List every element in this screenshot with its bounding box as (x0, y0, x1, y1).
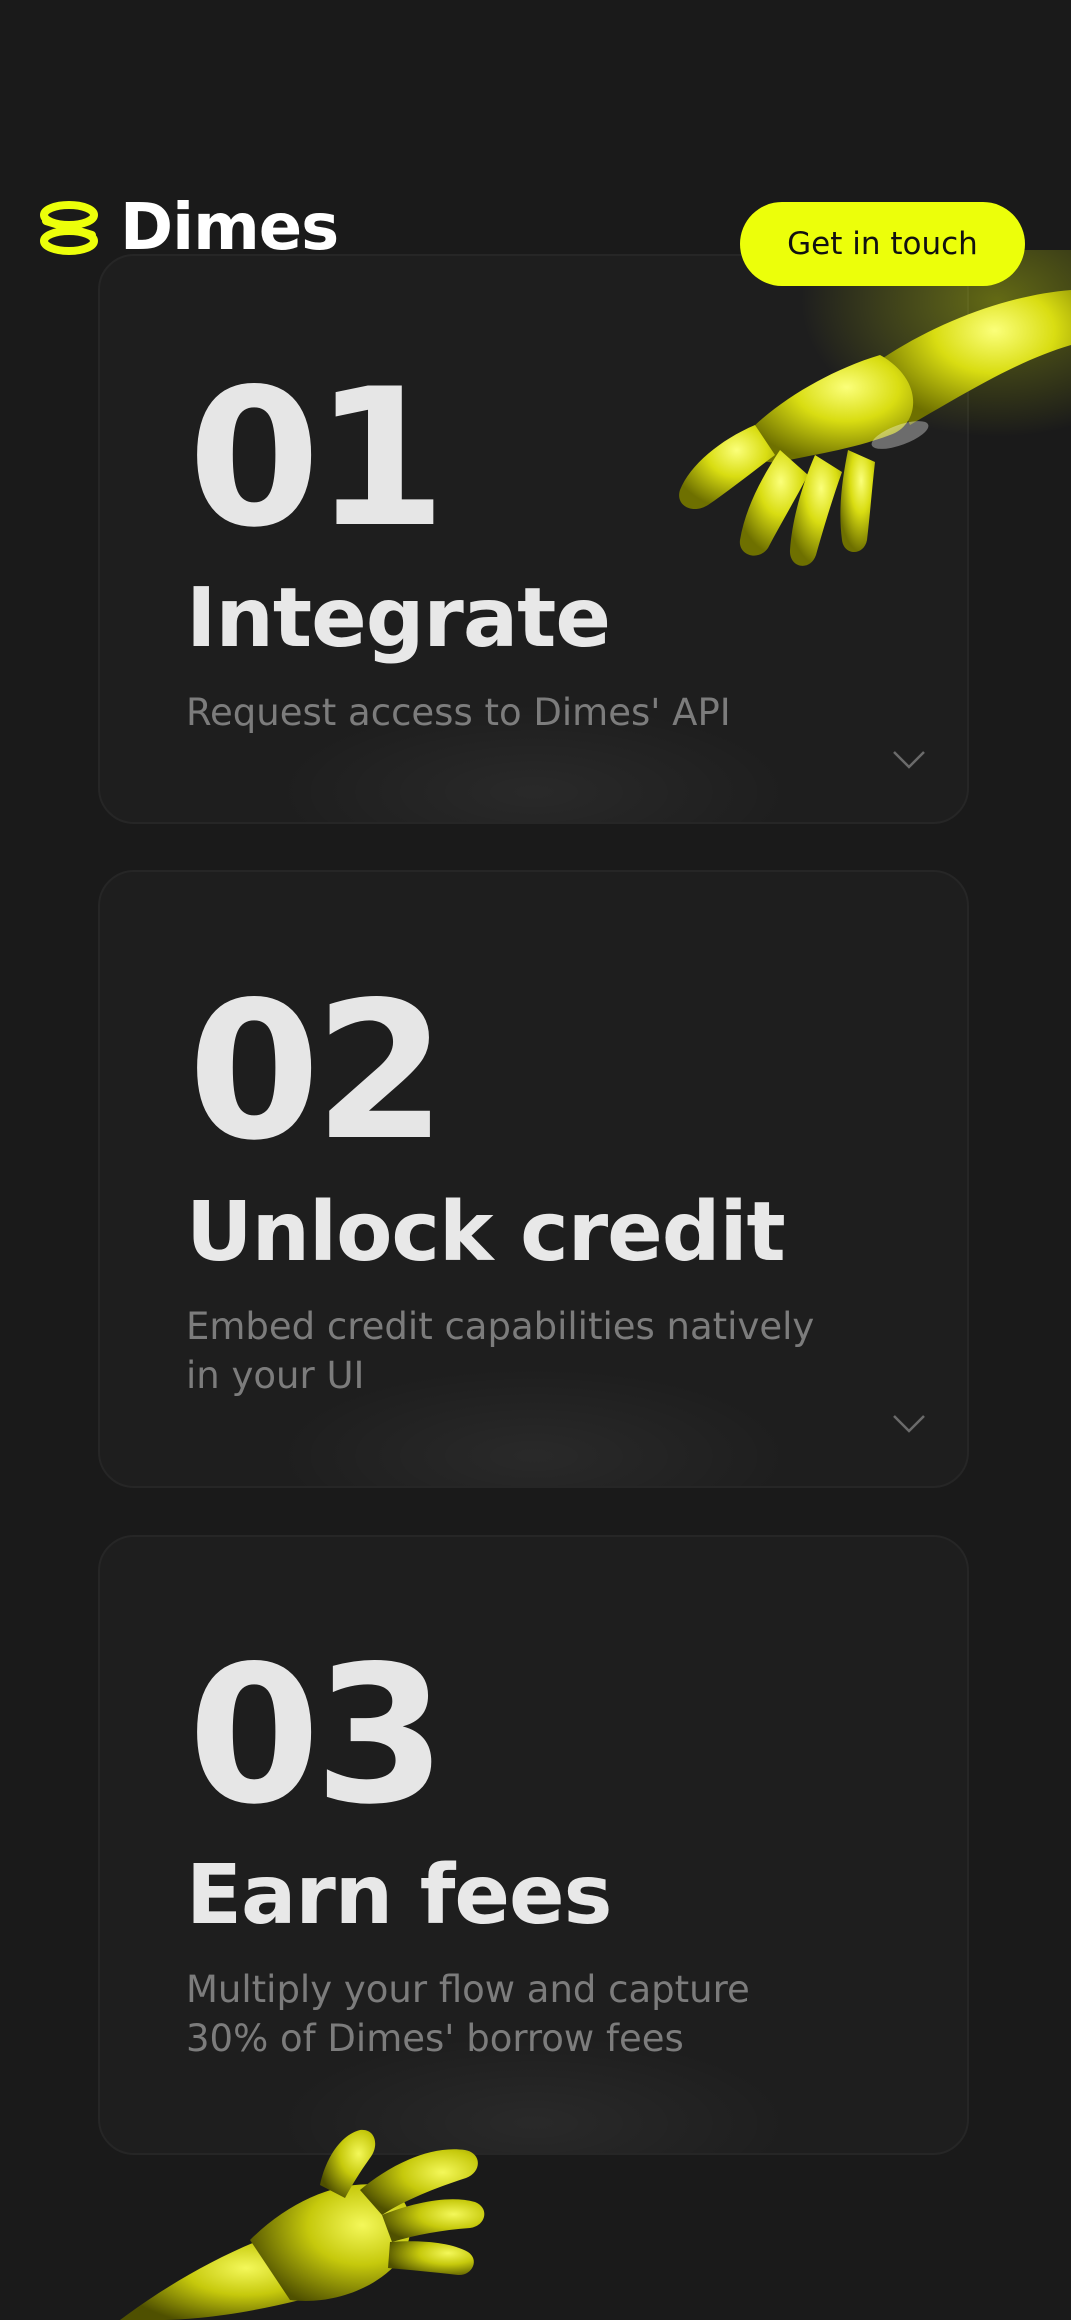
page: Dimes Get in touch 01 Integrate Request … (0, 0, 1071, 2320)
dimes-logo-icon (40, 201, 98, 255)
step-description: Multiply your flow and capture 30% of Di… (186, 1968, 750, 2060)
brand-logo[interactable]: Dimes (38, 191, 339, 265)
step-number: 02 (188, 961, 446, 1182)
chevron-down-icon[interactable] (892, 1414, 926, 1434)
step-title: Integrate (186, 571, 611, 666)
step-number: 01 (188, 348, 446, 569)
step-title: Earn fees (186, 1848, 612, 1943)
step-title: Unlock credit (186, 1185, 786, 1280)
step-card-unlock-credit[interactable]: 02 Unlock credit Embed credit capabiliti… (98, 870, 969, 1488)
brand-name: Dimes (120, 191, 339, 265)
step-description: Request access to Dimes' API (186, 691, 731, 734)
chevron-down-icon[interactable] (892, 750, 926, 770)
get-in-touch-button[interactable]: Get in touch (740, 202, 1025, 286)
step-number: 03 (188, 1625, 446, 1846)
step-description: Embed credit capabilities natively in yo… (186, 1305, 815, 1397)
step-card-integrate[interactable]: 01 Integrate Request access to Dimes' AP… (98, 254, 969, 824)
step-card-earn-fees[interactable]: 03 Earn fees Multiply your flow and capt… (98, 1535, 969, 2155)
